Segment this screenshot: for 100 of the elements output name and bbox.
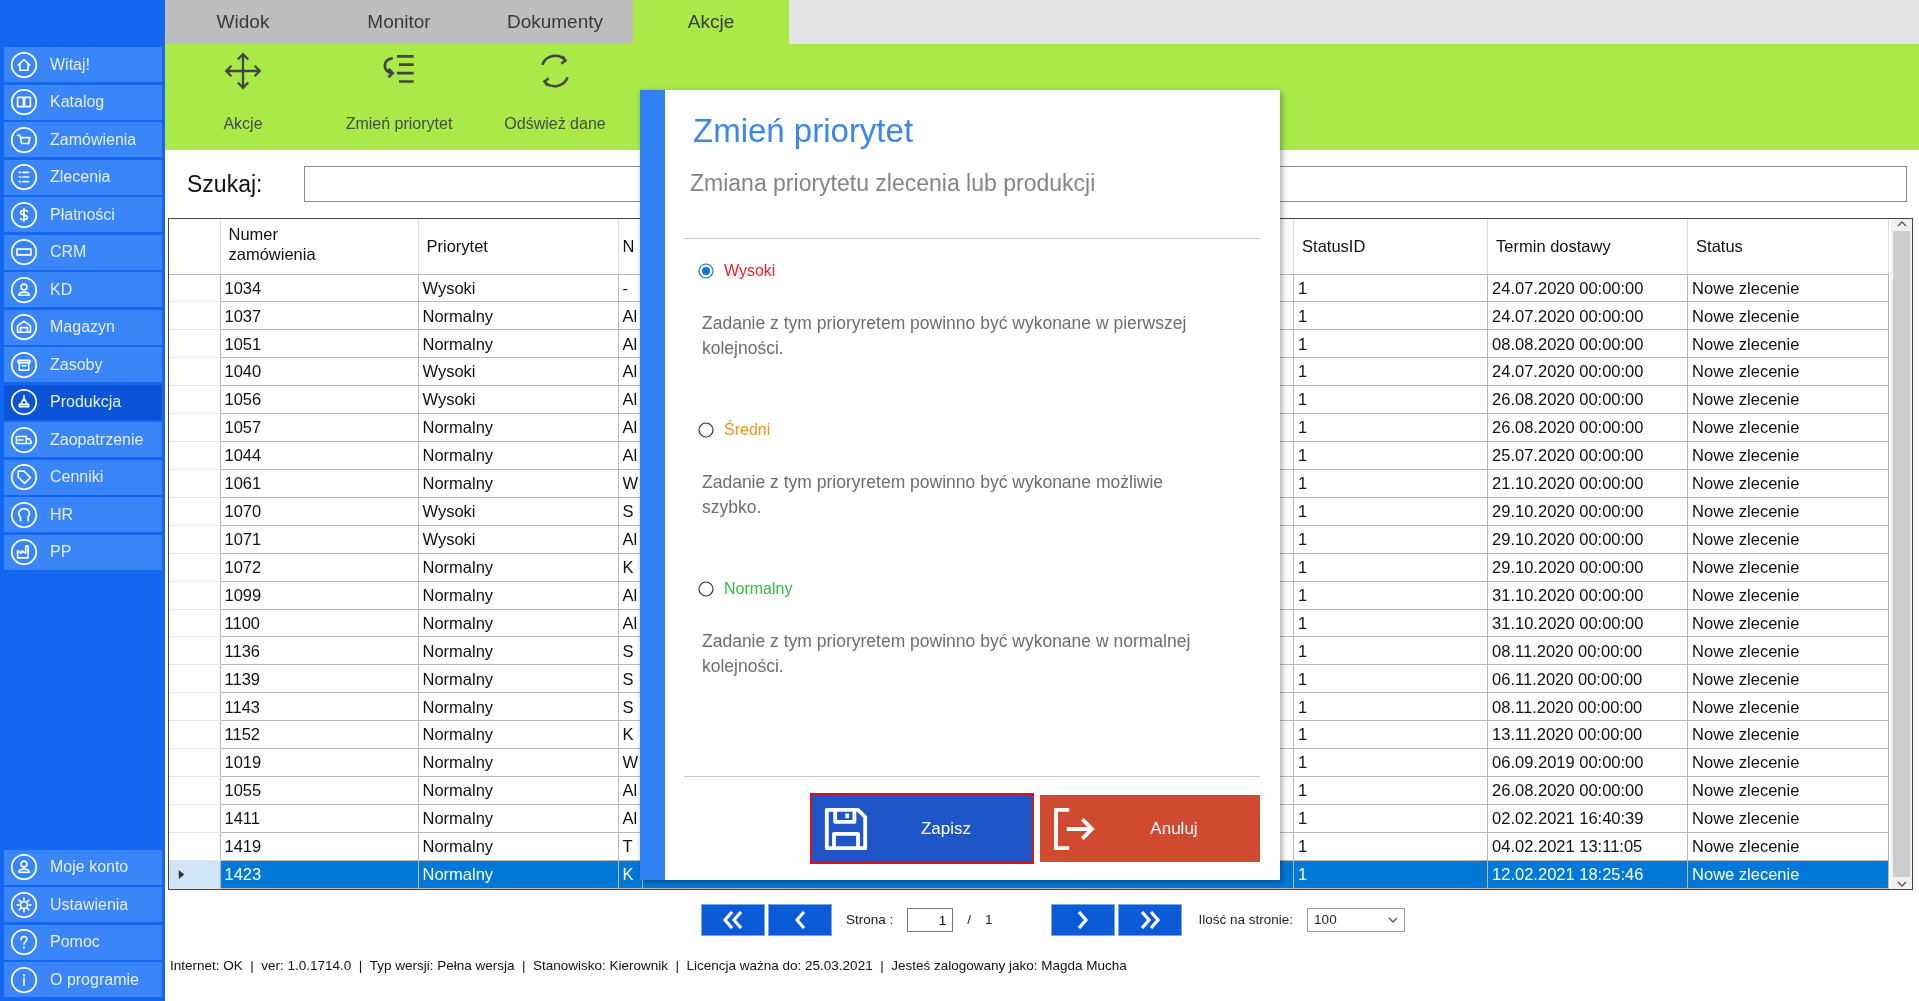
table-cell: 25.07.2020 00:00:00 (1487, 441, 1688, 470)
table-cell: Nowe zlecenie (1687, 776, 1889, 805)
ribbon-button[interactable]: Zmień priorytet (321, 44, 477, 150)
table-cell: Nowe zlecenie (1687, 357, 1889, 386)
sidebar-item[interactable]: CRM (4, 234, 162, 270)
ribbon-button[interactable]: Odśwież dane (477, 44, 633, 150)
table-cell: Normalny (418, 776, 618, 805)
option-label[interactable]: Średni (724, 418, 771, 442)
table-cell: Nowe zlecenie (1687, 804, 1889, 833)
scrollbar[interactable] (1891, 219, 1912, 889)
column-header[interactable]: StatusID (1302, 236, 1366, 255)
table-cell: 1 (1293, 804, 1488, 833)
warehouse-icon (10, 313, 38, 341)
option-description: Zadanie z tym prioryretem powinno być wykonane w pierwszej kolejności. (702, 312, 1188, 360)
table-cell: 08.08.2020 00:00:00 (1487, 329, 1688, 358)
sidebar-item[interactable]: Witaj! (4, 47, 162, 82)
option-label[interactable]: Wysoki (724, 259, 776, 283)
last-page-button[interactable] (1117, 904, 1182, 936)
table-cell: 29.10.2020 00:00:00 (1487, 497, 1688, 526)
table-cell: Wysoki (418, 274, 618, 302)
table-cell: 1 (1293, 469, 1488, 498)
per-page-dropdown[interactable]: 100 (1307, 908, 1406, 932)
move-arrows-icon (222, 50, 264, 92)
ribbon-tab[interactable]: Dokumenty (477, 0, 633, 44)
sidebar-item[interactable]: Produkcja (4, 384, 162, 420)
head-icon (10, 500, 38, 529)
ribbon-tab[interactable]: Akcje (633, 0, 789, 44)
table-cell: 1061 (220, 469, 418, 498)
sidebar-item[interactable]: Pomoc (4, 924, 162, 960)
table-cell: Normalny (418, 329, 618, 358)
option-description: Zadanie z tym prioryretem powinno być wykonane w normalnej kolejności. (702, 630, 1192, 678)
card-icon (10, 238, 38, 266)
sidebar-item[interactable]: Zaopatrzenie (4, 422, 162, 457)
gear-icon (10, 890, 38, 919)
table-cell: 1034 (220, 274, 418, 302)
next-page-button[interactable] (1050, 904, 1115, 936)
radio-button[interactable] (698, 581, 714, 597)
table-cell: 08.11.2020 00:00:00 (1487, 637, 1688, 665)
radio-button[interactable] (698, 422, 714, 438)
table-cell: 1 (1293, 692, 1488, 721)
sidebar-item[interactable]: KD (4, 272, 162, 307)
table-cell: 26.08.2020 00:00:00 (1487, 776, 1688, 805)
ribbon-tab[interactable]: Widok (165, 0, 321, 44)
previous-page-button[interactable] (768, 904, 832, 936)
sidebar-item[interactable]: Magazyn (4, 309, 162, 345)
first-page-button[interactable] (701, 904, 765, 936)
person-icon (10, 853, 38, 881)
cancel-button[interactable]: Anuluj (1040, 795, 1260, 862)
sidebar-item[interactable]: Katalog (4, 84, 162, 120)
save-button[interactable]: Zapisz (812, 795, 1032, 862)
scroll-up-icon[interactable] (1896, 221, 1907, 227)
sidebar-item[interactable]: PP (4, 534, 162, 570)
sidebar-item[interactable]: Zamówienia (4, 122, 162, 157)
table-cell: Nowe zlecenie (1687, 441, 1889, 470)
table-cell: 1 (1293, 720, 1488, 749)
tag-icon (10, 463, 38, 491)
table-cell: 29.10.2020 00:00:00 (1487, 553, 1688, 582)
sidebar-item[interactable]: HR (4, 497, 162, 532)
sidebar-item[interactable]: Zasoby (4, 347, 162, 382)
book-icon (10, 88, 38, 116)
table-cell: Nowe zlecenie (1687, 609, 1889, 637)
table-cell: 1070 (220, 497, 418, 526)
table-cell: 24.07.2020 00:00:00 (1487, 357, 1688, 386)
table-cell: 1 (1293, 329, 1488, 358)
caret-icon (1388, 917, 1399, 923)
table-cell: Normalny (418, 860, 618, 889)
option-label[interactable]: Normalny (724, 577, 793, 601)
table-cell: Normalny (418, 301, 618, 330)
table-cell: 1051 (220, 329, 418, 358)
column-header[interactable]: Numer zamówienia (228, 225, 339, 266)
table-cell: 1423 (220, 860, 418, 889)
table-cell: 1 (1293, 385, 1488, 414)
scroll-down-icon[interactable] (1896, 881, 1907, 887)
table-cell: 1419 (220, 832, 418, 861)
sidebar-item[interactable]: Moje konto (4, 849, 162, 885)
radio-button[interactable] (698, 263, 714, 279)
table-cell: Normalny (418, 469, 618, 498)
table-cell: 1 (1293, 860, 1488, 889)
sidebar-item[interactable]: O programie (4, 962, 162, 997)
sidebar-item[interactable]: Ustawienia (4, 887, 162, 922)
table-cell: Nowe zlecenie (1687, 329, 1889, 358)
table-cell: 1 (1293, 497, 1488, 526)
column-header[interactable]: Priorytet (426, 236, 488, 255)
factory-icon (10, 538, 38, 566)
table-cell: 1 (1293, 637, 1488, 665)
table-cell: 1056 (220, 385, 418, 414)
sidebar-item[interactable]: Cenniki (4, 459, 162, 495)
table-cell: 1044 (220, 441, 418, 470)
column-header[interactable]: Status (1696, 236, 1743, 255)
page-field[interactable]: 1 (907, 908, 954, 932)
sidebar-item[interactable]: Zlecenia (4, 159, 162, 195)
table-cell: Nowe zlecenie (1687, 469, 1889, 498)
column-header[interactable]: N (622, 236, 635, 255)
table-cell: Wysoki (418, 357, 618, 386)
ribbon-tab[interactable]: Monitor (321, 0, 477, 44)
ribbon-button[interactable]: Akcje (165, 44, 321, 150)
table-cell: 1 (1293, 525, 1488, 554)
column-header[interactable]: Termin dostawy (1496, 236, 1611, 255)
sidebar-item[interactable]: Płatności (4, 197, 162, 232)
page-total: 1 (985, 910, 993, 929)
